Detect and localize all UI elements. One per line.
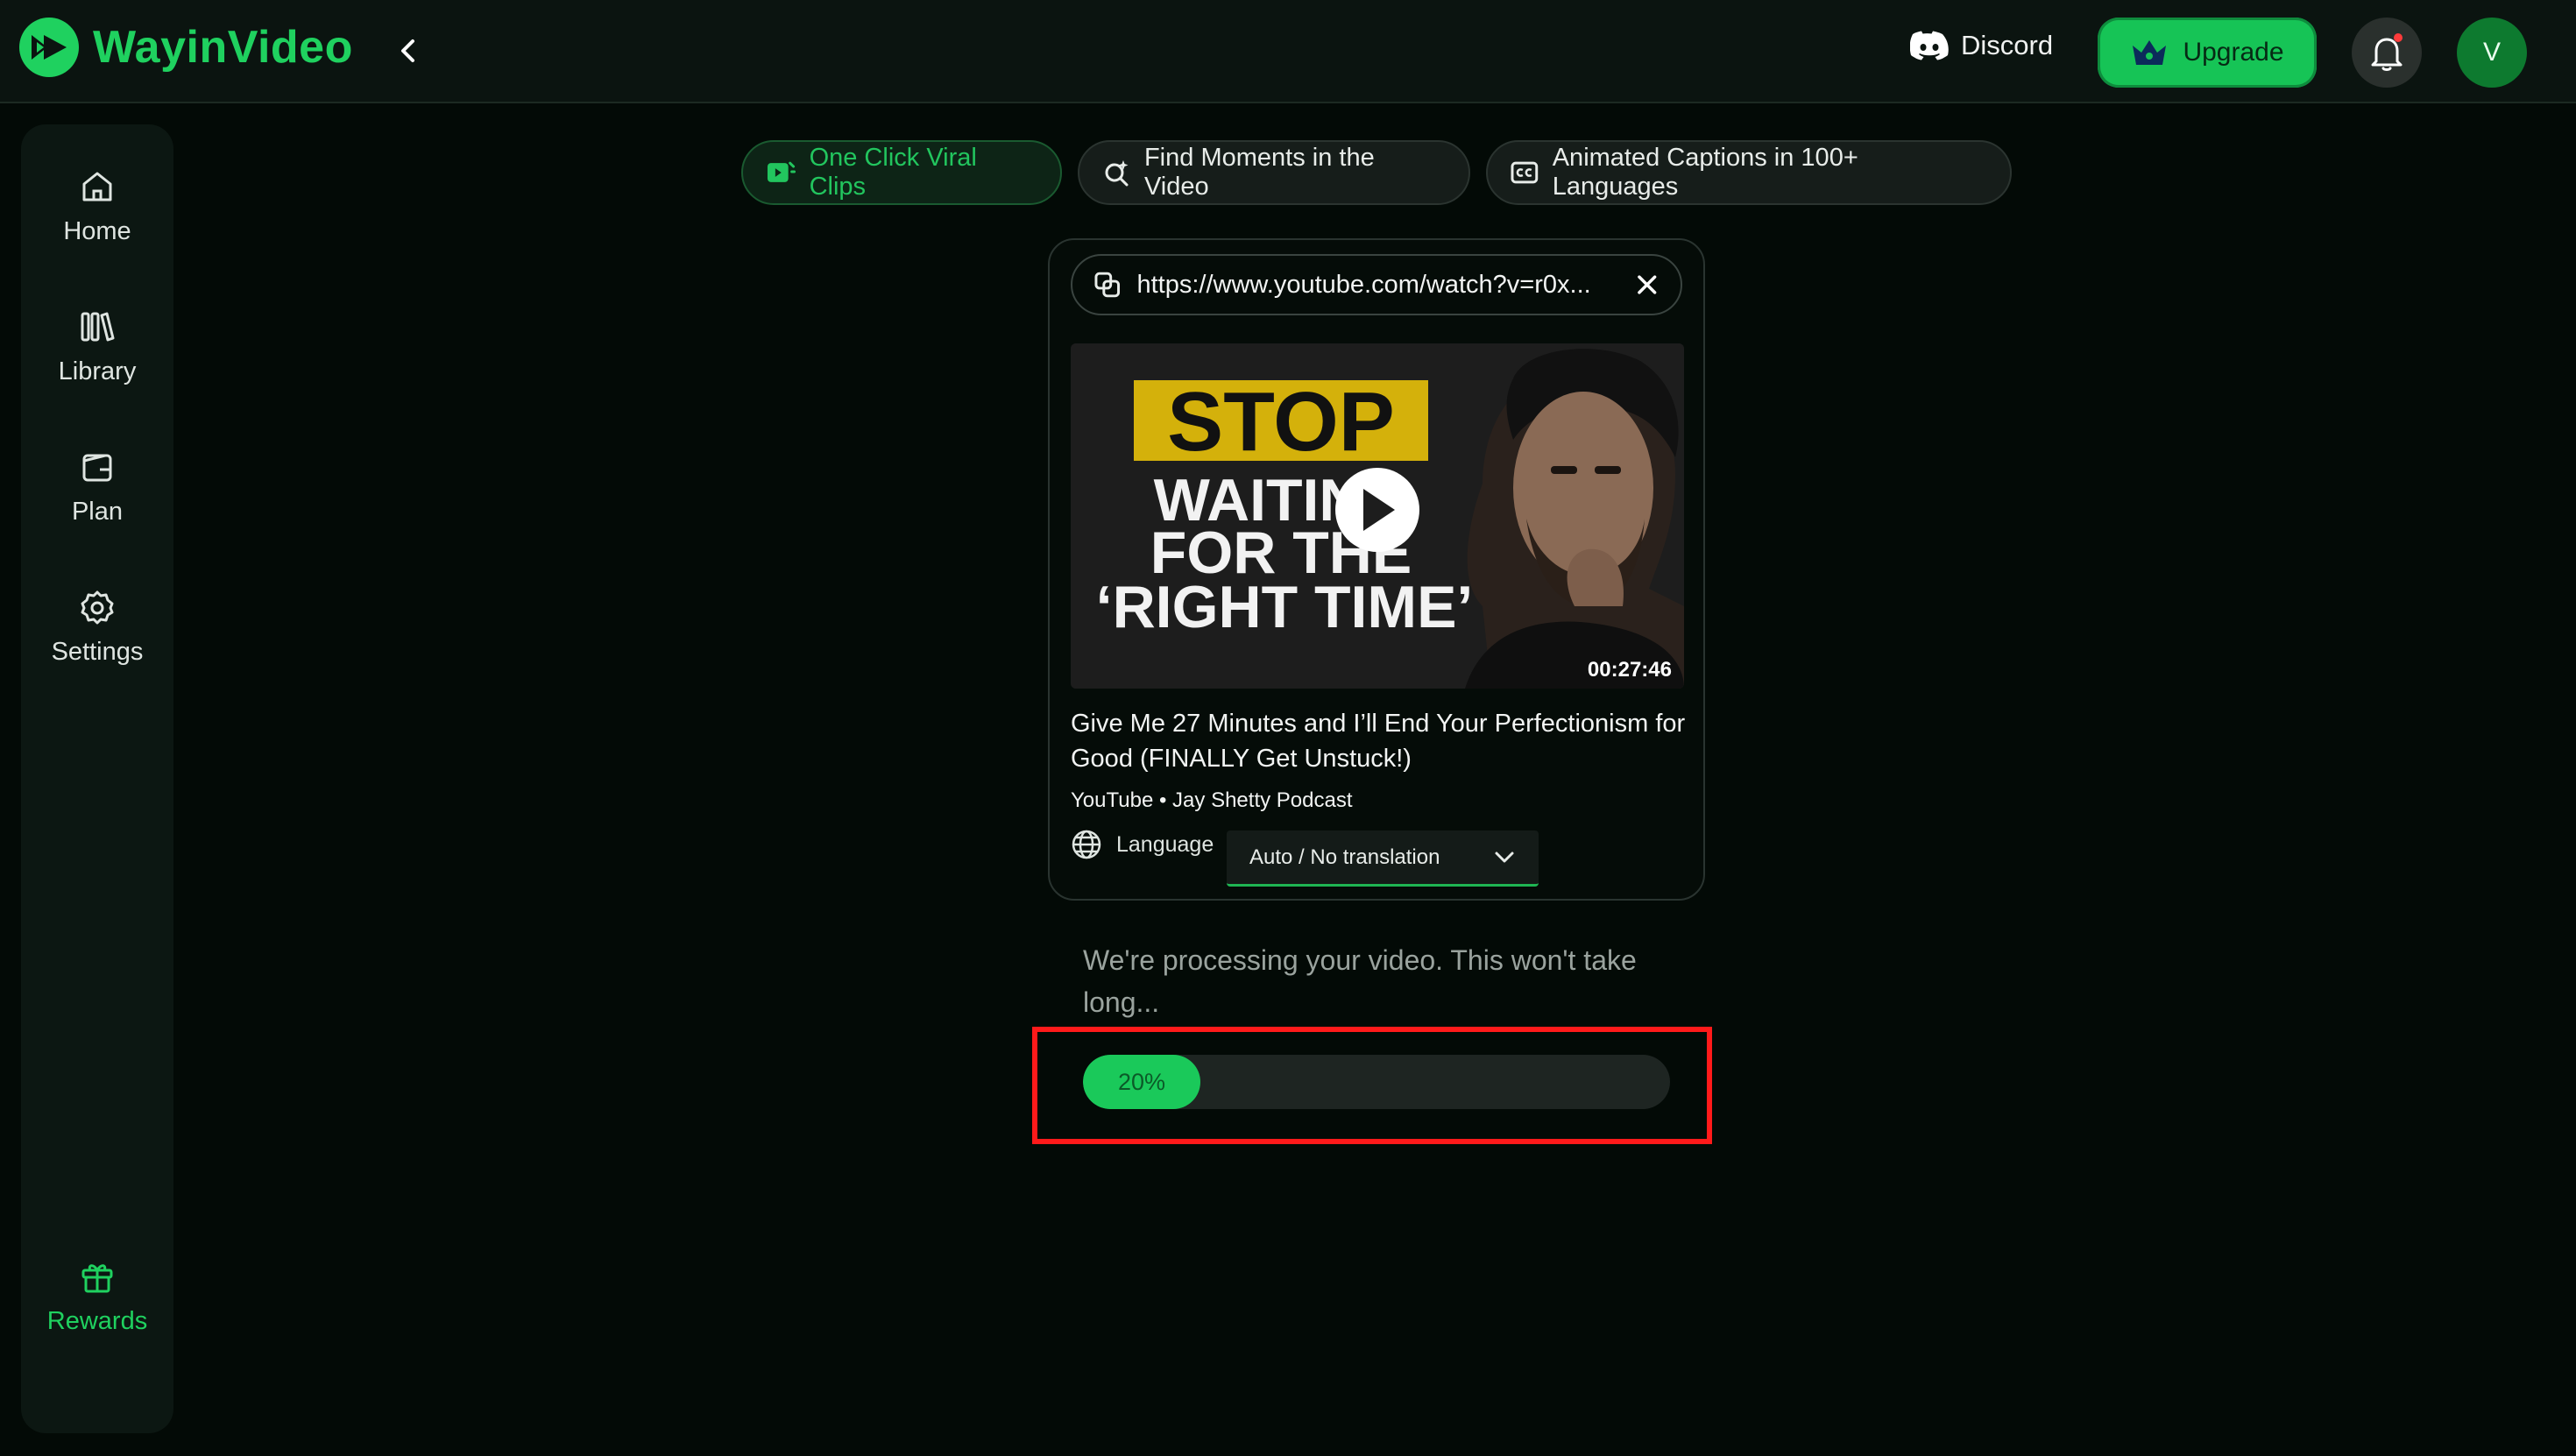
sparkle-search-icon [1105, 160, 1129, 187]
tab-label: One Click Viral Clips [809, 144, 977, 201]
sidebar-item-plan[interactable]: Plan [21, 449, 173, 527]
close-icon[interactable] [1635, 272, 1660, 297]
discord-label: Discord [1961, 30, 2054, 60]
sidebar-item-rewards[interactable]: Rewards [21, 1258, 173, 1336]
language-select[interactable]: Auto / No translation [1227, 830, 1539, 887]
sidebar-item-label: Plan [71, 498, 124, 526]
tab-find-moments[interactable]: Find Moments in the Video [1078, 140, 1470, 205]
thumbnail-line1: STOP [1167, 375, 1395, 469]
processing-message: We're processing your video. This won't … [1083, 944, 1637, 1018]
upgrade-button[interactable]: Upgrade [2098, 18, 2317, 88]
wayinvideo-logo-icon [19, 18, 79, 77]
crown-icon [2133, 40, 2167, 65]
tab-label: Animated Captions in 100+ Languages [1552, 144, 1858, 201]
sidebar-item-settings[interactable]: Settings [21, 589, 173, 667]
url-text: https://www.youtube.com/watch?v=r0x... [1136, 270, 1591, 299]
top-bar: WayinVideo Discord Upgrade V [0, 0, 2576, 103]
tab-label: Find Moments in the Video [1143, 144, 1375, 201]
upgrade-label: Upgrade [2183, 38, 2284, 67]
clip-icon [767, 161, 796, 182]
globe-icon [1072, 830, 1101, 859]
link-icon [1094, 272, 1121, 298]
sidebar-item-label: Library [58, 357, 137, 385]
sidebar-item-library[interactable]: Library [21, 308, 173, 386]
sidebar-item-label: Rewards [46, 1307, 148, 1335]
thumbnail-line4: ‘RIGHT TIME’ [1096, 574, 1474, 640]
app-name: WayinVideo [93, 22, 353, 73]
wallet-icon [82, 454, 112, 482]
gift-icon [81, 1264, 113, 1293]
chevron-left-icon [401, 39, 414, 62]
notifications-button[interactable] [2352, 18, 2422, 88]
discord-link[interactable]: Discord [1910, 30, 2053, 61]
video-thumbnail[interactable]: STOP WAITING FOR THE ‘RIGHT TIME’ 00:27:… [1071, 343, 1684, 689]
sidebar: Home Library Plan Settings Rewards [21, 124, 173, 1433]
language-value: Auto / No translation [1249, 845, 1440, 869]
sidebar-item-label: Settings [51, 638, 144, 666]
logo[interactable]: WayinVideo [18, 16, 353, 79]
url-input[interactable]: https://www.youtube.com/watch?v=r0x... [1071, 254, 1682, 315]
thumbnail-image: STOP WAITING FOR THE ‘RIGHT TIME’ 00:27:… [1071, 343, 1684, 689]
chevron-down-icon [1495, 852, 1514, 862]
video-title: Give Me 27 Minutes and I’ll End Your Per… [1071, 710, 1686, 773]
cc-icon [1511, 161, 1539, 184]
discord-icon [1910, 31, 1949, 60]
language-label: Language [1116, 831, 1214, 857]
library-icon [81, 312, 115, 342]
sidebar-item-label: Home [63, 217, 131, 245]
notification-dot [2394, 33, 2403, 42]
collapse-sidebar-button[interactable] [391, 33, 426, 68]
language-row: Language [1071, 829, 1214, 860]
home-icon [82, 172, 112, 201]
video-card: https://www.youtube.com/watch?v=r0x... S… [1048, 238, 1705, 901]
sidebar-item-home[interactable]: Home [21, 168, 173, 246]
progress-label: 20% [1117, 1068, 1166, 1095]
video-meta: YouTube • Jay Shetty Podcast [1071, 788, 1353, 812]
tab-animated-captions[interactable]: Animated Captions in 100+ Languages [1486, 140, 2012, 205]
gear-icon [81, 590, 114, 625]
progress-bar: 20% [1083, 1055, 1670, 1109]
user-avatar[interactable]: V [2457, 18, 2527, 88]
progress-fill: 20% [1083, 1055, 1200, 1109]
video-duration: 00:27:46 [1588, 658, 1672, 682]
tab-one-click-viral-clips[interactable]: One Click Viral Clips [741, 140, 1062, 205]
